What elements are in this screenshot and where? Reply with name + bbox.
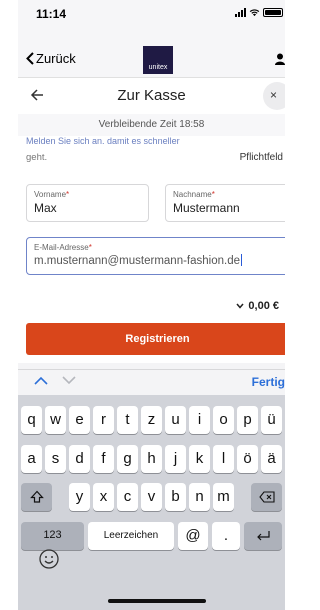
remaining-time: Verbleibende Zeit 18:58 [18, 114, 285, 136]
key-k[interactable]: k [189, 445, 210, 473]
key-r[interactable]: r [93, 406, 114, 434]
back-button[interactable]: Zurück [26, 51, 76, 66]
key-e[interactable]: e [69, 406, 90, 434]
last-name-label: Nachname* [173, 190, 215, 199]
key-s[interactable]: s [45, 445, 66, 473]
emoji-icon[interactable] [38, 548, 60, 570]
key-ue[interactable]: ü [261, 406, 282, 434]
last-name-field[interactable]: Nachname* Mustermann [165, 184, 285, 222]
status-time: 11:14 [36, 7, 67, 21]
previous-field-icon[interactable] [34, 376, 48, 385]
key-w[interactable]: w [45, 406, 66, 434]
back-label: Zurück [36, 51, 76, 66]
key-t[interactable]: t [117, 406, 138, 434]
key-z[interactable]: z [141, 406, 162, 434]
key-j[interactable]: j [165, 445, 186, 473]
key-oe[interactable]: ö [237, 445, 258, 473]
registration-form: Melden Sie sich an, damit es schneller g… [18, 136, 285, 363]
first-name-value: Max [34, 201, 57, 215]
numbers-key[interactable]: 123 [21, 522, 84, 550]
register-button[interactable]: Registrieren [26, 323, 285, 355]
backspace-icon [258, 491, 275, 503]
key-y[interactable]: y [69, 483, 90, 511]
keyboard-toolbar: Fertig [18, 369, 285, 395]
shift-key[interactable] [21, 483, 52, 511]
key-n[interactable]: n [189, 483, 210, 511]
signal-icon [235, 8, 246, 17]
close-button[interactable]: × [263, 82, 285, 110]
brand-logo[interactable]: unitex [143, 46, 173, 74]
battery-icon [263, 8, 283, 17]
key-o[interactable]: o [213, 406, 234, 434]
chevron-left-icon [26, 52, 34, 65]
wifi-icon [249, 9, 260, 17]
status-icons [235, 8, 283, 17]
key-f[interactable]: f [93, 445, 114, 473]
return-icon [257, 531, 270, 541]
key-q[interactable]: q [21, 406, 42, 434]
key-v[interactable]: v [141, 483, 162, 511]
delete-key[interactable] [251, 483, 282, 511]
email-value: m.musternann@mustermann-fashion.de [34, 254, 242, 267]
key-u[interactable]: u [165, 406, 186, 434]
space-key[interactable]: Leerzeichen [88, 522, 174, 550]
done-button[interactable]: Fertig [252, 375, 285, 389]
shift-icon [29, 490, 44, 503]
key-l[interactable]: l [213, 445, 234, 473]
required-note: Pflichtfeld [239, 152, 283, 163]
home-indicator [108, 599, 206, 603]
close-icon: × [270, 88, 278, 102]
key-b[interactable]: b [165, 483, 186, 511]
key-d[interactable]: d [69, 445, 90, 473]
email-field[interactable]: E-Mail-Adresse* m.musternann@mustermann-… [26, 237, 285, 275]
at-key[interactable]: @ [178, 522, 208, 550]
last-name-value: Mustermann [173, 201, 240, 215]
checkout-header: Zur Kasse × [18, 78, 285, 114]
key-c[interactable]: c [117, 483, 138, 511]
text-cursor [241, 254, 242, 266]
return-key[interactable] [244, 522, 282, 550]
key-p[interactable]: p [237, 406, 258, 434]
email-label: E-Mail-Adresse* [34, 243, 92, 252]
first-name-field[interactable]: Vorname* Max [26, 184, 149, 222]
user-icon[interactable] [275, 53, 285, 65]
key-h[interactable]: h [141, 445, 162, 473]
key-g[interactable]: g [117, 445, 138, 473]
key-m[interactable]: m [213, 483, 234, 511]
app-header: Zurück unitex [18, 40, 285, 78]
total-amount: 0,00 € [248, 300, 279, 312]
chevron-down-icon [236, 303, 244, 309]
key-i[interactable]: i [189, 406, 210, 434]
checkout-title: Zur Kasse [117, 87, 186, 104]
total-toggle[interactable]: 0,00 € [236, 300, 279, 312]
key-x[interactable]: x [93, 483, 114, 511]
login-hint-link[interactable]: Melden Sie sich an, damit es schneller [26, 136, 180, 144]
next-field-icon[interactable] [62, 376, 76, 385]
keyboard: q w e r t z u i o p ü a s d f g h j k l … [18, 395, 285, 610]
first-name-label: Vorname* [34, 190, 70, 199]
login-hint-end: geht. [26, 152, 48, 163]
phone-screen: 11:14 Zurück unitex Zur Kasse × Verbleib… [18, 0, 285, 610]
status-bar: 11:14 [18, 0, 285, 40]
logo-text: unitex [148, 64, 168, 71]
key-ae[interactable]: ä [261, 445, 282, 473]
key-a[interactable]: a [21, 445, 42, 473]
dot-key[interactable]: . [212, 522, 240, 550]
